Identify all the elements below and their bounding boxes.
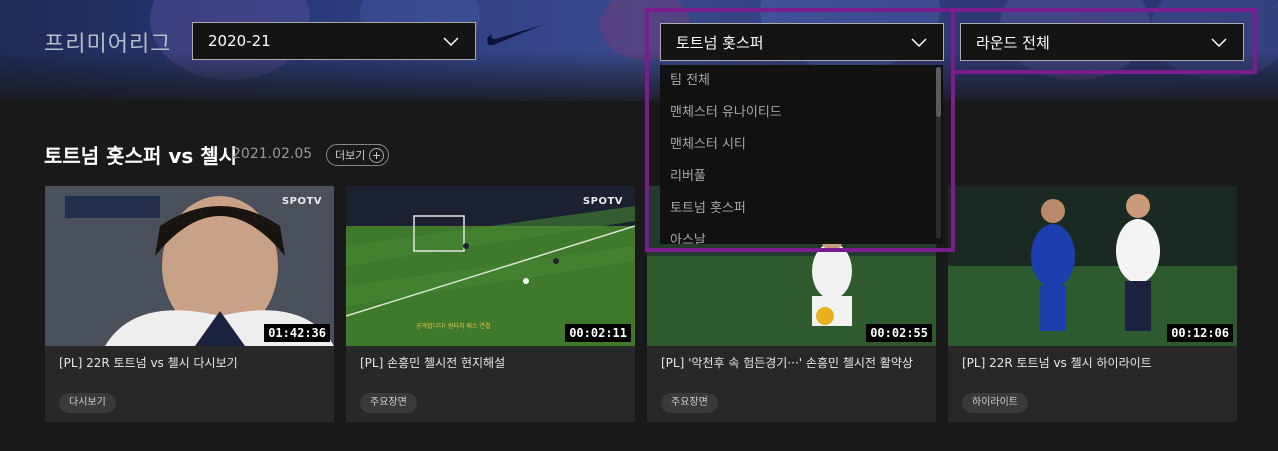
broadcaster-logo: SPOTV <box>281 196 322 207</box>
video-tag: 다시보기 <box>59 393 116 413</box>
highlight-team-select <box>645 8 955 252</box>
season-select[interactable]: 2020-21 <box>192 22 476 60</box>
players-action-graphic <box>948 186 1237 346</box>
video-tag: 주요장면 <box>360 393 417 413</box>
video-tag: 하이라이트 <box>962 393 1028 413</box>
nike-logo-icon <box>487 25 542 46</box>
video-duration: 00:12:06 <box>1167 324 1233 342</box>
video-thumbnail[interactable]: 00:12:06 <box>948 186 1237 346</box>
video-thumbnail[interactable]: 공격합니다! 원터치 패스 연결 SPOTV 00:02:11 <box>346 186 635 346</box>
match-title: 토트넘 홋스퍼 vs 첼시 <box>44 144 238 168</box>
football-pitch-graphic: 공격합니다! 원터치 패스 연결 <box>346 186 635 346</box>
video-card[interactable]: SPOTV 01:42:36 [PL] 22R 토트넘 vs 첼시 다시보기 다… <box>45 186 334 422</box>
match-date: 2021.02.05 <box>232 146 313 162</box>
more-button-label: 더보기 <box>335 149 366 162</box>
video-duration: 00:02:55 <box>866 324 932 342</box>
video-duration: 01:42:36 <box>264 324 330 342</box>
video-title[interactable]: [PL] 22R 토트넘 vs 첼시 다시보기 <box>59 354 238 371</box>
video-title[interactable]: [PL] '악천후 속 험든경기···' 손흥민 첼시전 활약상 <box>661 354 913 371</box>
player-silhouette-graphic <box>45 186 334 346</box>
chevron-down-icon <box>443 37 459 47</box>
video-title[interactable]: [PL] 손흥민 첼시전 현지해설 <box>360 354 505 371</box>
video-tag: 주요장면 <box>661 393 718 413</box>
video-thumbnail[interactable]: SPOTV 01:42:36 <box>45 186 334 346</box>
broadcaster-logo: SPOTV <box>582 196 623 207</box>
plus-circle-icon <box>369 147 385 163</box>
video-duration: 00:02:11 <box>565 324 631 342</box>
svg-text:공격합니다! 원터치 패스 연결: 공격합니다! 원터치 패스 연결 <box>416 322 490 330</box>
league-title: 프리미어리그 <box>44 32 172 57</box>
video-card[interactable]: 00:12:06 [PL] 22R 토트넘 vs 첼시 하이라이트 하이라이트 <box>948 186 1237 422</box>
more-button[interactable]: 더보기 <box>326 144 390 166</box>
highlight-round-select <box>951 8 1257 74</box>
season-select-value: 2020-21 <box>208 32 271 50</box>
video-title[interactable]: [PL] 22R 토트넘 vs 첼시 하이라이트 <box>962 354 1152 371</box>
video-card[interactable]: 공격합니다! 원터치 패스 연결 SPOTV 00:02:11 [PL] 손흥민… <box>346 186 635 422</box>
